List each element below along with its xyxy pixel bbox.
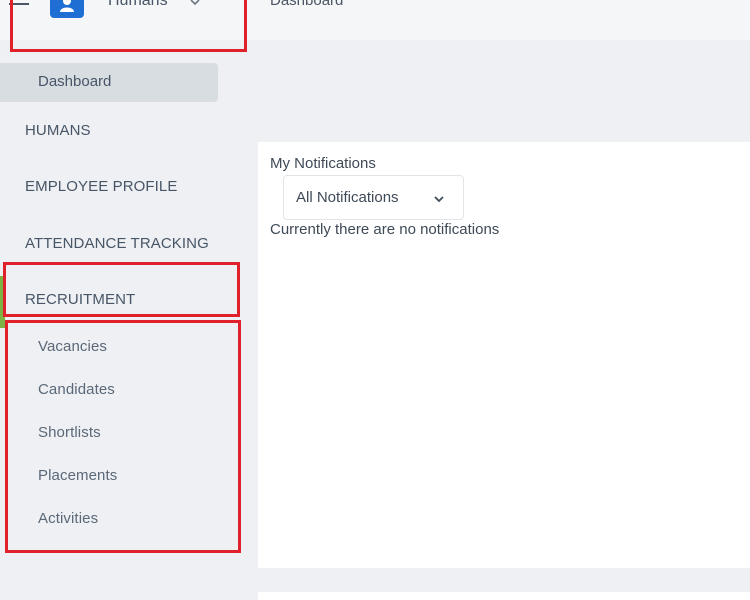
sidebar-section-recruitment[interactable]: RECRUITMENT: [0, 291, 256, 308]
app-switcher-label[interactable]: Humans: [108, 0, 168, 10]
sidebar-item-vacancies[interactable]: Vacancies: [0, 338, 256, 355]
chevron-down-icon[interactable]: [190, 0, 200, 6]
chevron-down-icon: [434, 196, 444, 203]
notifications-filter-value: All Notifications: [296, 189, 399, 206]
sidebar: Dashboard HUMANS EMPLOYEE PROFILE ATTEND…: [0, 40, 256, 600]
sidebar-item-shortlists[interactable]: Shortlists: [0, 424, 256, 441]
hamburger-icon[interactable]: [9, 0, 29, 8]
sidebar-item-dashboard[interactable]: Dashboard: [0, 63, 218, 102]
sidebar-section-employee-profile[interactable]: EMPLOYEE PROFILE: [0, 178, 256, 195]
sidebar-item-activities[interactable]: Activities: [0, 510, 256, 527]
notifications-empty-message: Currently there are no notifications: [270, 221, 500, 238]
sidebar-item-label: Dashboard: [38, 73, 112, 90]
sidebar-section-attendance-tracking[interactable]: ATTENDANCE TRACKING: [0, 235, 256, 252]
breadcrumb: Dashboard: [270, 0, 344, 9]
sidebar-section-humans[interactable]: HUMANS: [0, 122, 256, 139]
app-root: Humans Dashboard Dashboard HUMANS EMPLOY…: [0, 0, 750, 600]
top-bar: Humans Dashboard: [0, 0, 750, 40]
notifications-title: My Notifications: [270, 155, 376, 172]
user-icon[interactable]: [50, 0, 84, 18]
sidebar-item-candidates[interactable]: Candidates: [0, 381, 256, 398]
sidebar-item-placements[interactable]: Placements: [0, 467, 256, 484]
notifications-panel: My Notifications All Notifications Curre…: [258, 142, 750, 568]
secondary-panel: [258, 592, 750, 600]
notifications-filter-select[interactable]: All Notifications: [283, 175, 464, 220]
